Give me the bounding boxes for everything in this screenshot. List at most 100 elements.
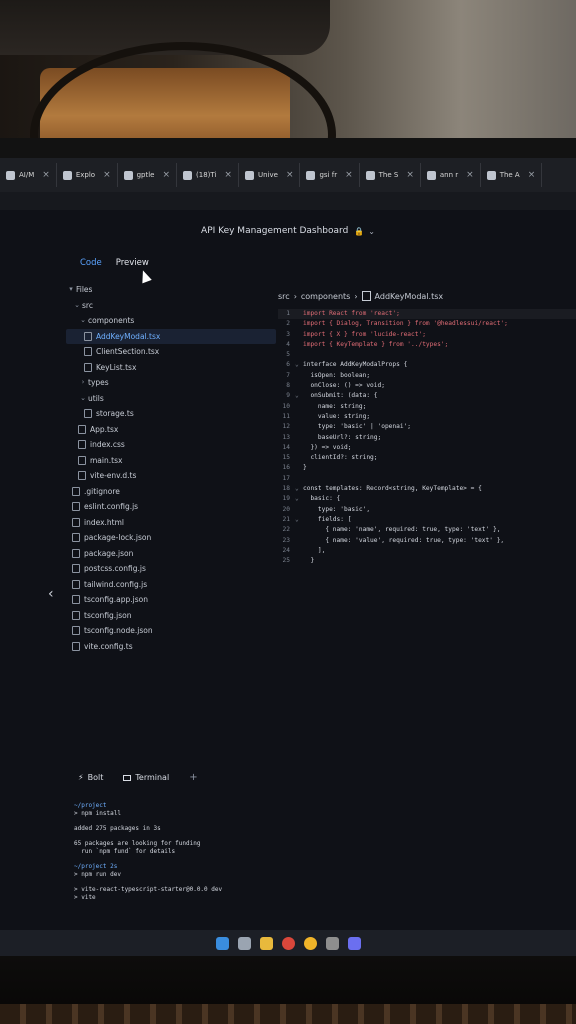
browser-icon[interactable]	[303, 936, 317, 950]
browser-tab-label: AI/M	[19, 171, 35, 179]
project-title[interactable]: API Key Management Dashboard	[201, 226, 348, 236]
tree-folder[interactable]: › types	[66, 375, 276, 391]
tree-file[interactable]: ClientSection.tsx	[66, 344, 276, 360]
terminal-spacer	[74, 833, 534, 840]
browser-tab[interactable]: ann r ×	[421, 163, 481, 187]
close-icon[interactable]: ×	[42, 170, 50, 180]
close-icon[interactable]: ×	[345, 170, 353, 180]
close-icon[interactable]: ×	[528, 170, 536, 180]
terminal-line: > vite	[74, 894, 96, 901]
tree-file[interactable]: storage.ts	[66, 406, 276, 422]
code-line: 25 }	[278, 556, 576, 566]
code-text: name: string;	[303, 402, 367, 410]
code-line: 9 ⌄ onSubmit: (data: {	[278, 391, 576, 401]
tree-label: KeyList.tsx	[96, 362, 137, 372]
tree-file[interactable]: postcss.config.js	[66, 561, 276, 577]
breadcrumb-file[interactable]: AddKeyModal.tsx	[375, 292, 444, 301]
tree-file[interactable]: tsconfig.node.json	[66, 623, 276, 639]
add-terminal-icon[interactable]: +	[189, 772, 197, 783]
line-number: 24	[282, 546, 290, 554]
code-line: 8 onClose: () => void;	[278, 381, 576, 391]
close-icon[interactable]: ×	[286, 170, 294, 180]
tree-file[interactable]: package-lock.json	[66, 530, 276, 546]
tree-label: tsconfig.node.json	[84, 626, 153, 635]
files-header[interactable]: ▾ Files	[66, 282, 276, 298]
line-number: 6	[286, 361, 290, 369]
tree-file[interactable]: KeyList.tsx	[66, 360, 276, 376]
discord-icon[interactable]	[347, 936, 361, 950]
tree-file[interactable]: AddKeyModal.tsx	[66, 328, 276, 344]
code-text: }	[303, 464, 307, 472]
close-icon[interactable]: ×	[406, 170, 414, 180]
code-text: isOpen: boolean;	[303, 371, 371, 379]
windows-start-icon[interactable]	[215, 936, 229, 950]
breadcrumb-folder[interactable]: components	[301, 292, 350, 301]
favicon-icon	[6, 170, 15, 180]
tree-file[interactable]: tailwind.config.js	[66, 577, 276, 593]
tree-file[interactable]: tsconfig.json	[66, 608, 276, 624]
tree-folder[interactable]: ⌄ src	[66, 298, 276, 314]
close-icon[interactable]: ×	[224, 170, 232, 180]
file-icon	[72, 610, 80, 620]
terminal-output[interactable]: ~/project > npm install added 275 packages…	[74, 802, 534, 902]
monitor-screen: AI/M × Explo × gptle × (18)Ti × Unive × gsi fr × The…	[0, 158, 576, 956]
code-line: 3 import { X } from 'lucide-react';	[278, 330, 576, 340]
fold-gutter	[295, 556, 303, 566]
collapse-sidebar-icon[interactable]: ‹	[48, 586, 54, 602]
close-icon[interactable]: ×	[466, 170, 474, 180]
code-line: 14 }) => void;	[278, 443, 576, 453]
tree-file[interactable]: main.tsx	[66, 453, 276, 469]
tree-file[interactable]: package.json	[66, 546, 276, 562]
fold-chevron-icon[interactable]: ⌄	[295, 360, 303, 370]
lock-icon: 🔒	[354, 226, 365, 236]
code-line: 15 clientId?: string;	[278, 453, 576, 463]
fold-gutter	[295, 463, 303, 473]
chevron-right-icon: ›	[354, 291, 358, 301]
tree-label: .gitignore	[84, 486, 120, 496]
chevron-icon: ⌄	[80, 393, 86, 402]
tab-preview[interactable]: Preview	[116, 258, 149, 268]
code-line: 19 ⌄ basic: {	[278, 494, 576, 504]
fold-chevron-icon[interactable]: ⌄	[295, 515, 303, 525]
browser-tab[interactable]: The A ×	[481, 163, 543, 187]
tree-file[interactable]: eslint.config.js	[66, 499, 276, 515]
browser-tab[interactable]: Explo ×	[57, 163, 118, 187]
folder-icon[interactable]	[259, 936, 273, 950]
tab-bolt[interactable]: ⚡ Bolt	[78, 773, 103, 782]
tree-label: types	[88, 378, 109, 387]
tab-code[interactable]: Code	[80, 258, 102, 268]
code-editor: src › components › AddKeyModal.tsx 1 impo…	[278, 288, 576, 566]
tree-file[interactable]: .gitignore	[66, 484, 276, 500]
tree-folder[interactable]: ⌄ components	[66, 313, 276, 329]
browser-tab[interactable]: gsi fr ×	[300, 163, 360, 187]
tree-file[interactable]: index.html	[66, 515, 276, 531]
fold-chevron-icon[interactable]: ⌄	[295, 484, 303, 494]
file-icon	[72, 517, 80, 527]
file-icon	[84, 331, 92, 341]
fold-chevron-icon[interactable]: ⌄	[295, 391, 303, 401]
file-icon	[78, 424, 86, 434]
code-lines[interactable]: 1 import React from 'react'; 2 import { Dia…	[278, 309, 576, 566]
browser-tab[interactable]: The S ×	[360, 163, 421, 187]
tab-terminal[interactable]: Terminal	[123, 773, 169, 782]
settings-icon[interactable]	[237, 936, 251, 950]
line-number: 22	[282, 526, 290, 534]
code-text: const templates: Record<string, KeyTempl…	[303, 485, 482, 493]
browser-tab[interactable]: Unive ×	[239, 163, 301, 187]
tree-file[interactable]: index.css	[66, 437, 276, 453]
chrome-icon[interactable]	[281, 936, 295, 950]
tree-file[interactable]: vite-env.d.ts	[66, 468, 276, 484]
tree-file[interactable]: vite.config.ts	[66, 639, 276, 655]
browser-tab[interactable]: gptle ×	[118, 163, 178, 187]
close-icon[interactable]: ×	[103, 170, 111, 180]
tree-folder[interactable]: ⌄ utils	[66, 391, 276, 407]
close-icon[interactable]: ×	[163, 170, 171, 180]
breadcrumb-root[interactable]: src	[278, 292, 290, 301]
browser-tab[interactable]: AI/M ×	[0, 163, 57, 187]
chevron-down-icon[interactable]: ⌄	[368, 227, 375, 236]
fold-chevron-icon[interactable]: ⌄	[295, 494, 303, 504]
app-icon[interactable]	[325, 936, 339, 950]
browser-tab[interactable]: (18)Ti ×	[177, 163, 239, 187]
tree-file[interactable]: App.tsx	[66, 422, 276, 438]
tree-file[interactable]: tsconfig.app.json	[66, 592, 276, 608]
